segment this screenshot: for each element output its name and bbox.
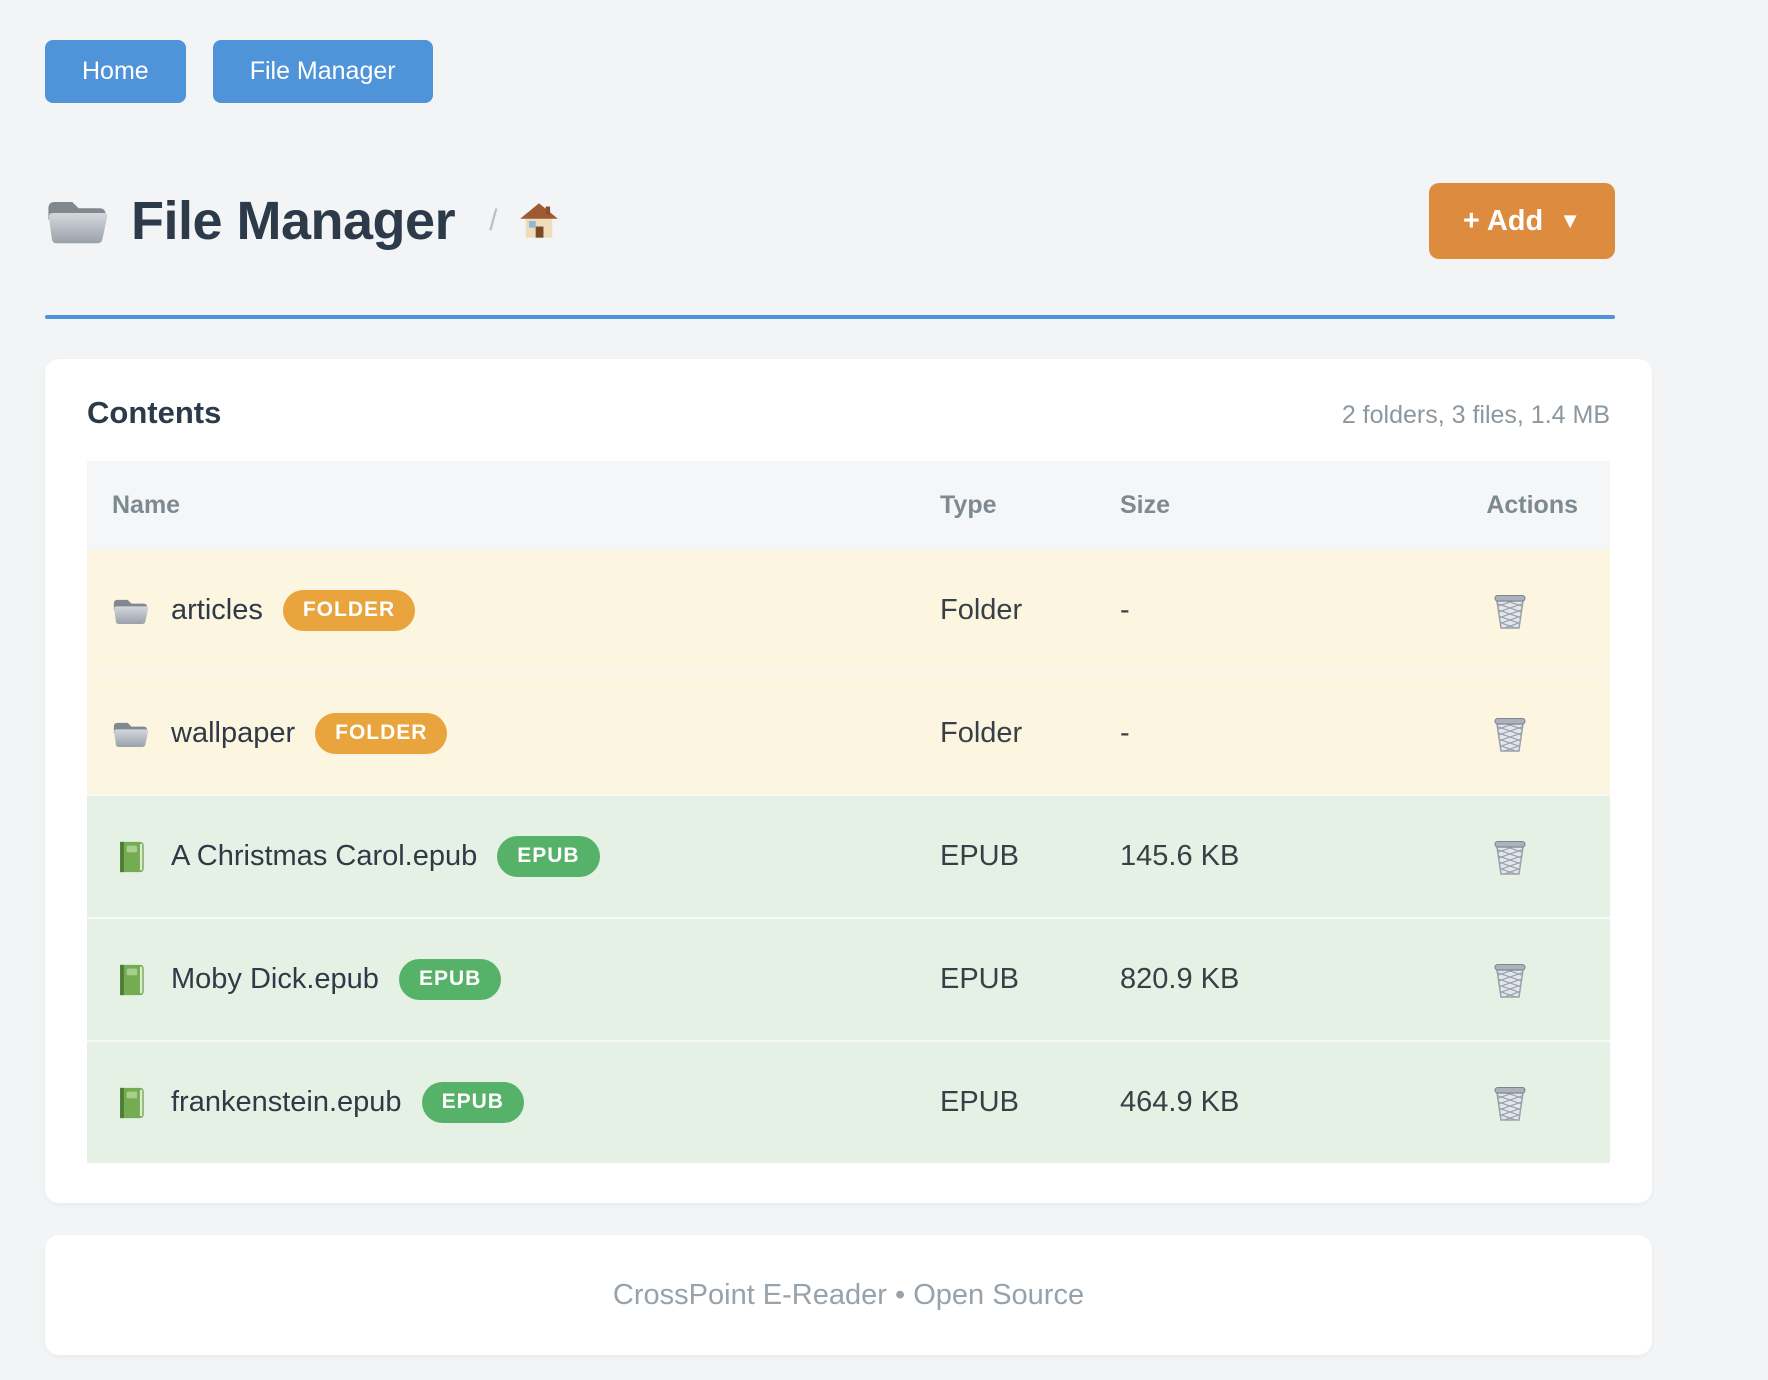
folder-icon: [112, 594, 149, 628]
column-header-name: Name: [87, 461, 940, 550]
file-name: A Christmas Carol.epub: [171, 840, 477, 873]
folder-icon: [45, 194, 109, 248]
trash-icon: [1492, 837, 1528, 877]
file-name: Moby Dick.epub: [171, 963, 379, 996]
table-row[interactable]: Moby Dick.epub EPUB EPUB 820.9 KB: [87, 918, 1610, 1041]
column-header-size: Size: [1120, 461, 1365, 550]
trash-icon: [1492, 960, 1528, 1000]
delete-button[interactable]: [1492, 1083, 1528, 1123]
contents-card-header: Contents 2 folders, 3 files, 1.4 MB: [87, 395, 1610, 431]
type-badge: EPUB: [422, 1082, 524, 1123]
folder-icon: [112, 717, 149, 751]
contents-card: Contents 2 folders, 3 files, 1.4 MB Name…: [45, 359, 1652, 1203]
type-cell: Folder: [940, 672, 1120, 795]
file-name: wallpaper: [171, 717, 295, 750]
actions-cell: [1365, 672, 1610, 795]
file-table: Name Type Size Actions articles FOLDER F…: [87, 461, 1610, 1163]
type-badge: EPUB: [497, 836, 599, 877]
type-badge: FOLDER: [283, 590, 415, 631]
type-badge: EPUB: [399, 959, 501, 1000]
house-icon: [519, 202, 559, 240]
footer-text: CrossPoint E-Reader • Open Source: [613, 1279, 1084, 1312]
name-cell: frankenstein.epub EPUB: [87, 1041, 940, 1163]
type-cell: Folder: [940, 550, 1120, 672]
table-row[interactable]: A Christmas Carol.epub EPUB EPUB 145.6 K…: [87, 795, 1610, 918]
column-header-type: Type: [940, 461, 1120, 550]
type-badge: FOLDER: [315, 713, 447, 754]
green-book-icon: [112, 840, 149, 874]
name-cell: wallpaper FOLDER: [87, 672, 940, 795]
trash-icon: [1492, 1083, 1528, 1123]
file-name: frankenstein.epub: [171, 1086, 402, 1119]
page-title: File Manager /: [45, 190, 559, 252]
name-cell: A Christmas Carol.epub EPUB: [87, 795, 940, 918]
actions-cell: [1365, 1041, 1610, 1163]
add-button-label: + Add: [1463, 205, 1543, 238]
page: Home File Manager File Manager / + Add ▼…: [0, 0, 1768, 1355]
trash-icon: [1492, 591, 1528, 631]
table-row[interactable]: wallpaper FOLDER Folder -: [87, 672, 1610, 795]
top-nav: Home File Manager: [45, 40, 1723, 103]
type-cell: EPUB: [940, 1041, 1120, 1163]
type-cell: EPUB: [940, 918, 1120, 1041]
size-cell: 145.6 KB: [1120, 795, 1365, 918]
breadcrumb-separator: /: [489, 204, 497, 238]
actions-cell: [1365, 550, 1610, 672]
delete-button[interactable]: [1492, 960, 1528, 1000]
size-cell: -: [1120, 550, 1365, 672]
contents-title: Contents: [87, 395, 221, 431]
caret-down-icon: ▼: [1559, 208, 1581, 234]
trash-icon: [1492, 714, 1528, 754]
type-cell: EPUB: [940, 795, 1120, 918]
column-header-actions: Actions: [1365, 461, 1610, 550]
table-row[interactable]: articles FOLDER Folder -: [87, 550, 1610, 672]
header-divider: [45, 315, 1615, 319]
name-cell: Moby Dick.epub EPUB: [87, 918, 940, 1041]
contents-summary: 2 folders, 3 files, 1.4 MB: [1342, 401, 1610, 430]
delete-button[interactable]: [1492, 837, 1528, 877]
green-book-icon: [112, 1086, 149, 1120]
size-cell: 464.9 KB: [1120, 1041, 1365, 1163]
delete-button[interactable]: [1492, 591, 1528, 631]
page-header: File Manager / + Add ▼: [45, 183, 1723, 319]
size-cell: -: [1120, 672, 1365, 795]
delete-button[interactable]: [1492, 714, 1528, 754]
green-book-icon: [112, 963, 149, 997]
table-row[interactable]: frankenstein.epub EPUB EPUB 464.9 KB: [87, 1041, 1610, 1163]
page-title-text: File Manager: [131, 190, 455, 252]
actions-cell: [1365, 918, 1610, 1041]
file-table-header: Name Type Size Actions: [87, 461, 1610, 550]
nav-file-manager-button[interactable]: File Manager: [213, 40, 433, 103]
file-name: articles: [171, 594, 263, 627]
name-cell: articles FOLDER: [87, 550, 940, 672]
actions-cell: [1365, 795, 1610, 918]
footer: CrossPoint E-Reader • Open Source: [45, 1235, 1652, 1355]
nav-home-button[interactable]: Home: [45, 40, 186, 103]
size-cell: 820.9 KB: [1120, 918, 1365, 1041]
add-button[interactable]: + Add ▼: [1429, 183, 1615, 259]
breadcrumb-home[interactable]: [519, 202, 559, 240]
